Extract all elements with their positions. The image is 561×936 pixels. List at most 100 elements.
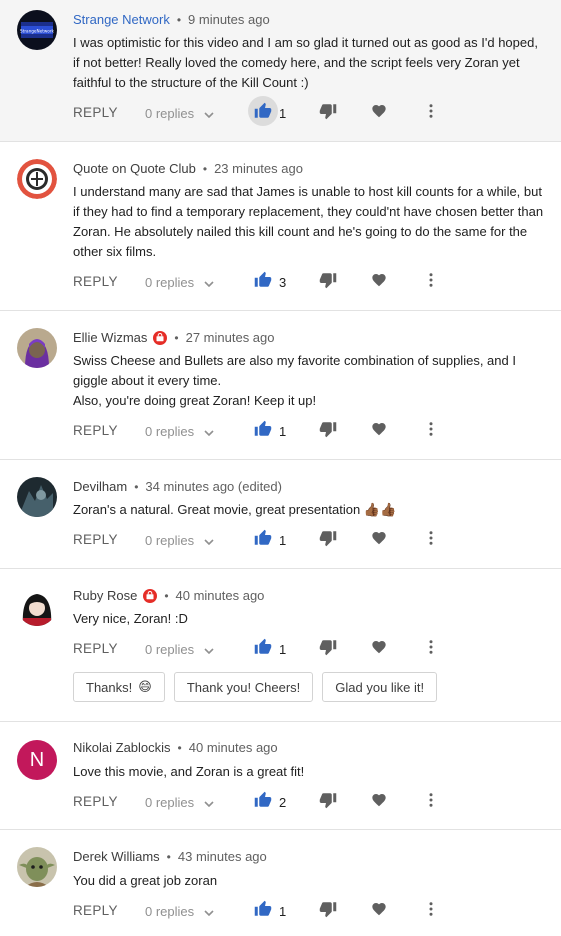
dislike-button[interactable]	[319, 529, 337, 552]
comment-header: Nikolai Zablockis • 40 minutes ago	[73, 740, 278, 756]
separator: •	[164, 589, 169, 603]
dislike-button[interactable]	[319, 102, 337, 125]
heart-button[interactable]	[371, 792, 387, 813]
action-bar: REPLY 0 replies 3	[73, 270, 553, 294]
reply-button[interactable]: REPLY	[73, 274, 118, 289]
heart-icon	[372, 641, 386, 654]
avatar[interactable]	[17, 477, 57, 517]
replies-toggle[interactable]: 0 replies	[145, 275, 214, 290]
reply-button[interactable]: REPLY	[73, 903, 118, 918]
separator: •	[166, 850, 171, 864]
like-button[interactable]	[248, 632, 278, 662]
suggested-replies: Thanks! 😄 Thank you! Cheers! Glad you lik…	[73, 672, 438, 702]
thumbs-down-icon	[319, 793, 337, 809]
suggested-reply-chip[interactable]: Thank you! Cheers!	[173, 672, 314, 702]
timestamp[interactable]: 34 minutes ago (edited)	[145, 479, 282, 495]
action-bar: REPLY 0 replies 1	[73, 637, 553, 661]
reply-button[interactable]: REPLY	[73, 641, 118, 656]
like-button[interactable]	[248, 785, 278, 815]
thumbs-up-icon	[254, 791, 272, 807]
dislike-button[interactable]	[319, 271, 337, 294]
heart-button[interactable]	[371, 639, 387, 660]
comment-text: Love this movie, and Zoran is a great fi…	[73, 764, 305, 779]
heart-button[interactable]	[371, 901, 387, 922]
more-options-button[interactable]	[422, 420, 440, 443]
author-name[interactable]: Devilham	[73, 479, 127, 495]
dislike-button[interactable]	[319, 900, 337, 923]
separator: •	[202, 162, 208, 176]
comment-text: I understand many are sad that James is …	[73, 184, 544, 259]
more-options-button[interactable]	[422, 638, 440, 661]
comment-thread: Quote on Quote Club • 23 minutes ago I u…	[0, 142, 561, 311]
chevron-down-icon	[204, 111, 214, 118]
dislike-button[interactable]	[319, 420, 337, 443]
heart-icon	[372, 423, 386, 436]
action-bar: REPLY 0 replies 1	[73, 96, 553, 126]
author-name[interactable]: Quote on Quote Club	[73, 161, 196, 177]
heart-button[interactable]	[371, 421, 387, 442]
timestamp[interactable]: 23 minutes ago	[214, 161, 303, 177]
like-button[interactable]	[248, 523, 278, 553]
action-bar: REPLY 0 replies 1	[73, 419, 553, 443]
avatar[interactable]	[17, 159, 57, 199]
more-options-button[interactable]	[422, 271, 440, 294]
reply-button[interactable]: REPLY	[73, 423, 118, 438]
reply-button[interactable]: REPLY	[73, 532, 118, 547]
avatar[interactable]: N	[17, 740, 57, 780]
replies-toggle[interactable]: 0 replies	[145, 424, 214, 439]
author-name[interactable]: Ruby Rose	[73, 588, 137, 604]
more-options-button[interactable]	[422, 529, 440, 552]
thumbs-down-icon	[319, 104, 337, 120]
like-button[interactable]	[248, 265, 278, 295]
comment-header: Strange Network • 9 minutes ago	[73, 12, 270, 28]
comment-thread: N Nikolai Zablockis • 40 minutes ago Lov…	[0, 722, 561, 830]
timestamp[interactable]: 40 minutes ago	[189, 740, 278, 756]
avatar[interactable]	[17, 586, 57, 626]
like-button[interactable]	[248, 414, 278, 444]
like-count: 1	[279, 424, 287, 439]
timestamp[interactable]: 9 minutes ago	[188, 12, 270, 28]
like-button[interactable]	[248, 894, 278, 924]
dislike-button[interactable]	[319, 791, 337, 814]
thumbs-down-icon	[319, 640, 337, 656]
more-options-button[interactable]	[422, 102, 440, 125]
more-vert-icon	[429, 531, 433, 545]
heart-button[interactable]	[371, 530, 387, 551]
author-name[interactable]: Strange Network	[73, 12, 170, 28]
comment-text: Zoran's a natural. Great movie, great pr…	[73, 502, 397, 517]
timestamp[interactable]: 40 minutes ago	[176, 588, 265, 604]
author-name[interactable]: Ellie Wizmas	[73, 330, 147, 346]
avatar[interactable]	[17, 328, 57, 368]
more-vert-icon	[429, 902, 433, 916]
heart-button[interactable]	[371, 272, 387, 293]
heart-icon	[372, 274, 386, 287]
like-count: 1	[279, 904, 287, 919]
more-options-button[interactable]	[422, 900, 440, 923]
timestamp[interactable]: 27 minutes ago	[186, 330, 275, 346]
suggested-reply-chip[interactable]: Glad you like it!	[322, 672, 438, 702]
avatar[interactable]	[17, 847, 57, 887]
like-button[interactable]	[248, 96, 278, 126]
comment-text: Swiss Cheese and Bullets are also my fav…	[73, 353, 516, 408]
replies-toggle[interactable]: 0 replies	[145, 904, 214, 919]
thumbs-up-icon	[254, 638, 272, 654]
replies-toggle[interactable]: 0 replies	[145, 642, 214, 657]
reply-button[interactable]: REPLY	[73, 105, 118, 120]
author-name[interactable]: Derek Williams	[73, 849, 160, 865]
like-count: 3	[279, 275, 287, 290]
suggested-reply-chip[interactable]: Thanks! 😄	[73, 672, 165, 702]
author-name[interactable]: Nikolai Zablockis	[73, 740, 171, 756]
dislike-button[interactable]	[319, 638, 337, 661]
replies-toggle[interactable]: 0 replies	[145, 533, 214, 548]
more-options-button[interactable]	[422, 791, 440, 814]
reply-button[interactable]: REPLY	[73, 794, 118, 809]
separator: •	[134, 480, 139, 494]
avatar[interactable]: StrangeNetwork	[17, 10, 57, 50]
replies-toggle[interactable]: 0 replies	[145, 795, 214, 810]
action-bar: REPLY 0 replies 2	[73, 790, 553, 814]
replies-toggle[interactable]: 0 replies	[145, 106, 214, 121]
timestamp[interactable]: 43 minutes ago	[178, 849, 267, 865]
thumbs-up-icon	[254, 900, 272, 916]
heart-button[interactable]	[371, 103, 387, 124]
action-bar: REPLY 0 replies 1	[73, 899, 553, 923]
